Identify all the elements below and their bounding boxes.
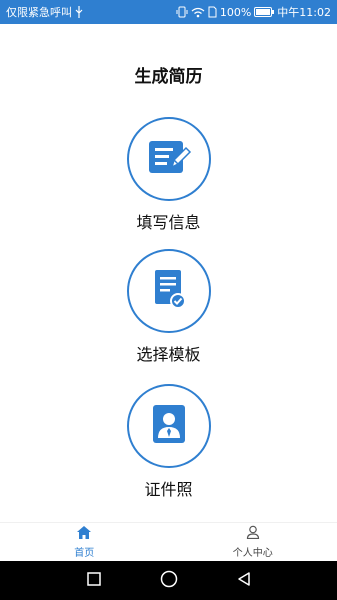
carrier-text: 仅限紧急呼叫 — [6, 6, 72, 19]
user-icon — [246, 525, 260, 542]
fill-info-button[interactable] — [127, 117, 211, 201]
recent-apps-button[interactable] — [79, 566, 109, 596]
choose-template-button[interactable] — [127, 249, 211, 333]
system-nav-bar — [0, 561, 337, 600]
home-icon — [77, 525, 92, 542]
choose-template-label: 选择模板 — [136, 345, 201, 364]
document-check-icon — [149, 267, 189, 315]
status-time: 中午11:02 — [277, 6, 331, 19]
tab-home-label: 首页 — [74, 547, 95, 559]
status-left: 仅限紧急呼叫 — [6, 4, 83, 20]
circle-icon — [160, 570, 178, 592]
vibrate-icon — [176, 6, 188, 18]
bottom-nav: 首页 个人中心 — [0, 522, 337, 561]
id-photo-icon — [149, 402, 189, 450]
wifi-icon — [191, 7, 205, 18]
tab-profile-label: 个人中心 — [232, 548, 273, 559]
sim-icon — [208, 6, 217, 18]
id-photo-label: 证件照 — [144, 480, 193, 499]
status-right: 100% 中午11:02 — [176, 4, 331, 20]
status-bar: 仅限紧急呼叫 100% 中午11:02 — [0, 0, 337, 24]
square-icon — [86, 571, 101, 590]
tab-profile[interactable]: 个人中心 — [169, 523, 337, 561]
tab-home[interactable]: 首页 — [0, 523, 169, 561]
triangle-back-icon — [236, 571, 252, 591]
battery-icon — [254, 7, 275, 17]
fill-info-label: 填写信息 — [136, 213, 201, 232]
home-button[interactable] — [154, 566, 184, 596]
usb-icon — [75, 6, 83, 18]
id-photo-button[interactable] — [127, 384, 211, 468]
battery-percent: 100% — [219, 5, 252, 19]
back-button[interactable] — [229, 566, 259, 596]
page-title: 生成简历 — [134, 67, 203, 87]
edit-document-icon — [145, 137, 193, 181]
